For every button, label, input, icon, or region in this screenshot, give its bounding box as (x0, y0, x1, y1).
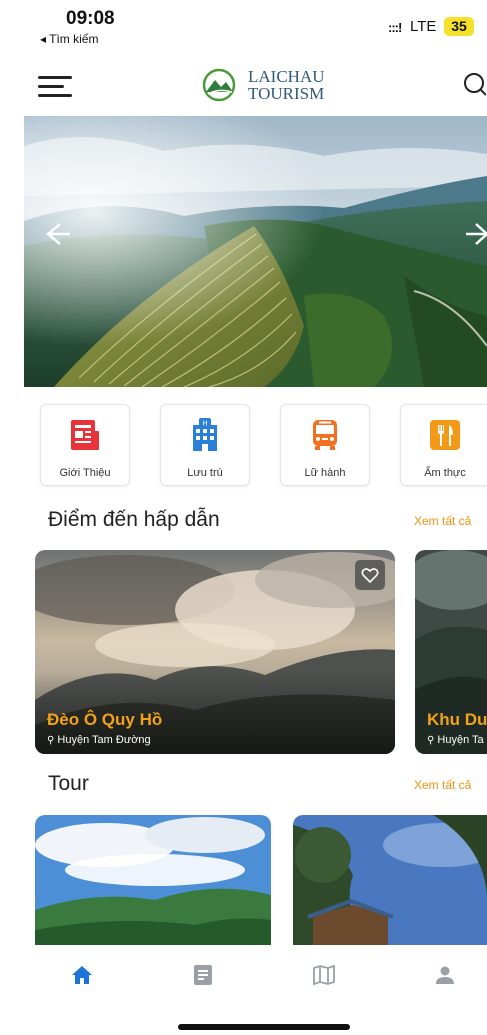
logo-line-1: LAICHAU (248, 67, 325, 86)
destination-name: Khu Du (427, 710, 487, 729)
location-pin-icon: ⚲ (427, 735, 435, 746)
laichau-tourism-logo[interactable]: LAICHAU TOURISM (200, 66, 350, 106)
logo-mark-icon (202, 68, 236, 102)
category-label: Ẩm thực (424, 467, 466, 479)
destination-card[interactable]: Khu Du ⚲ Huyện Ta (415, 550, 487, 754)
tour-see-all-link[interactable]: Xem tất cả (414, 778, 471, 792)
location-text: Huyện Ta (437, 734, 484, 746)
user-icon[interactable] (433, 963, 457, 987)
tour-card[interactable] (293, 815, 487, 945)
tour-image (35, 815, 271, 945)
battery-indicator: 35 (444, 17, 474, 36)
location-text: Huyện Tam Đường (57, 734, 151, 746)
category-travel-button[interactable]: Lữ hành (280, 404, 370, 486)
category-lodging-button[interactable]: H Lưu trú (160, 404, 250, 486)
destinations-see-all-link[interactable]: Xem tất cả (414, 514, 471, 528)
network-type: LTE (410, 18, 437, 35)
home-indicator (178, 1024, 350, 1030)
home-icon[interactable] (70, 963, 94, 987)
category-label: Lưu trú (187, 467, 223, 479)
document-icon[interactable] (191, 963, 215, 987)
search-icon[interactable] (462, 72, 486, 96)
signal-indicator: :::! (388, 20, 402, 35)
svg-text:H: H (202, 420, 207, 428)
hotel-icon: H (193, 418, 217, 451)
category-food-button[interactable]: Ẩm thực (400, 404, 487, 486)
logo-line-2: TOURISM (248, 84, 325, 103)
category-label: Lữ hành (304, 467, 346, 479)
tour-card[interactable] (35, 815, 271, 945)
category-intro-button[interactable]: Giới Thiệu (40, 404, 130, 486)
carousel-prev-icon[interactable] (40, 218, 72, 250)
fork-knife-icon (430, 420, 460, 450)
status-time: 09:08 (66, 8, 115, 29)
status-bar: 09:08 ◂ Tìm kiếm :::! LTE 35 (0, 0, 487, 52)
map-icon[interactable] (312, 963, 336, 987)
location-pin-icon: ⚲ (47, 735, 55, 746)
destination-name: Đèo Ô Quy Hồ (47, 710, 163, 729)
destinations-title: Điểm đến hấp dẫn (48, 508, 220, 531)
app-header: LAICHAU TOURISM (0, 52, 487, 114)
tour-title: Tour (48, 772, 89, 795)
destination-location: ⚲ Huyện Ta (427, 734, 484, 746)
favorite-button[interactable] (355, 560, 385, 590)
hero-landscape-image (24, 116, 487, 387)
tour-image (293, 815, 487, 945)
destination-card[interactable]: Đèo Ô Quy Hồ ⚲ Huyện Tam Đường (35, 550, 395, 754)
heart-icon (361, 568, 379, 584)
bottom-navigation (0, 945, 487, 1005)
bus-icon (313, 420, 337, 450)
destination-location: ⚲ Huyện Tam Đường (47, 734, 151, 746)
newspaper-icon (71, 420, 99, 450)
category-label: Giới Thiệu (59, 467, 111, 479)
carousel-next-icon[interactable] (466, 218, 487, 250)
hero-banner-image[interactable] (24, 116, 487, 387)
logo-text: LAICHAU TOURISM (248, 68, 325, 102)
back-to-search-link[interactable]: ◂ Tìm kiếm (40, 32, 98, 46)
hamburger-menu-icon[interactable] (38, 76, 72, 98)
